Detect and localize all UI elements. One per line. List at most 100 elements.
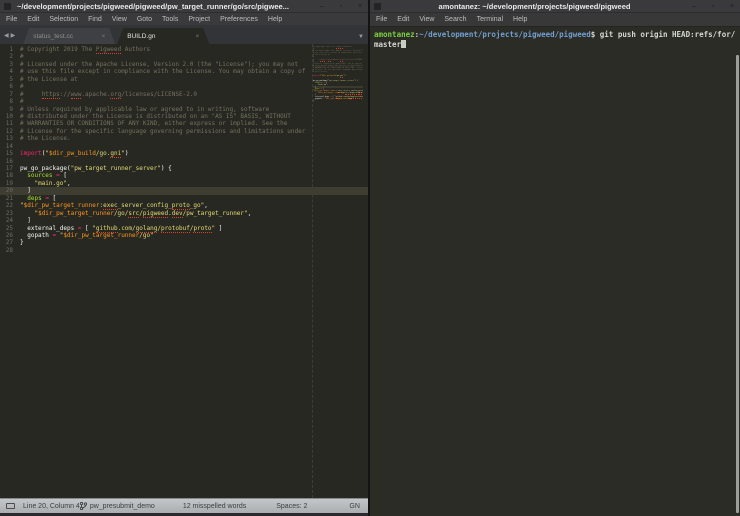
editor-close-icon[interactable]: ×	[356, 3, 364, 10]
editor-tabstrip: ◀▶ status_test.cc× BUILD.gn × ▼	[0, 25, 368, 44]
line-number: 16	[0, 158, 20, 165]
tab-label: BUILD.gn	[127, 33, 155, 40]
terminal-command: git push origin HEAD:refs/for/	[600, 30, 735, 39]
editor-titlebar[interactable]: ~/development/projects/pigweed/pigweed/p…	[0, 0, 368, 13]
cursor-position: Line 20, Column 4	[23, 503, 80, 510]
minimap[interactable]: # Copyright 2019 The Pigweed Authors## L…	[313, 46, 363, 105]
code-line-20: 20 ]	[0, 187, 368, 194]
tab-build.gn[interactable]: BUILD.gn ×	[117, 28, 209, 44]
prompt-user: amontanez	[374, 30, 415, 39]
editor-statusbar: Line 20, Column 4 pw_presubmit_demo 12 m…	[0, 498, 368, 513]
line-number: 28	[0, 247, 20, 254]
terminal-body[interactable]: amontanez:~/development/projects/pigweed…	[370, 27, 740, 516]
editor-menu-help[interactable]: Help	[268, 16, 282, 23]
editor-menu-selection[interactable]: Selection	[49, 16, 78, 23]
line-number: 13	[0, 135, 20, 142]
terminal-menu-terminal[interactable]: Terminal	[477, 16, 503, 23]
editor-menubar: File Edit Selection Find View Goto Tools Projec…	[0, 13, 368, 25]
code-line-17: 17pw_go_package("pw_target_runner_server…	[0, 165, 368, 172]
line-number: 12	[0, 128, 20, 135]
editor-menu-file[interactable]: File	[6, 16, 17, 23]
terminal-titlebar[interactable]: amontanez: ~/development/projects/pigwee…	[370, 0, 740, 13]
tab-status_test.cc[interactable]: status_test.cc×	[23, 28, 115, 44]
line-number: 17	[0, 165, 20, 172]
syntax-status[interactable]: GN	[349, 503, 360, 510]
code-line-26: 26 gopath = "$dir_pw_target_runner/go"	[0, 232, 368, 239]
misspelled-words-status[interactable]: 12 misspelled words	[183, 503, 246, 510]
line-number: 22	[0, 202, 20, 209]
terminal-prompt-line: amontanez:~/development/projects/pigweed…	[374, 30, 736, 40]
minimap-line: # https://www.apache.org/licenses/LICENS…	[313, 59, 363, 61]
code-line-15: 15import("$dir_pw_build/go.gni")	[0, 150, 368, 157]
line-number: 9	[0, 106, 20, 113]
line-number: 25	[0, 225, 20, 232]
code-line-13: 13# the License.	[0, 135, 368, 142]
tab-close-icon[interactable]: ×	[101, 33, 105, 40]
terminal-window: amontanez: ~/development/projects/pigwee…	[370, 0, 740, 516]
editor-window: ~/development/projects/pigweed/pigweed/p…	[0, 0, 368, 516]
line-number: 3	[0, 61, 20, 68]
git-branch-icon	[80, 502, 87, 510]
editor-menu-tools[interactable]: Tools	[162, 16, 178, 23]
line-number: 26	[0, 232, 20, 239]
editor-menu-edit[interactable]: Edit	[27, 16, 39, 23]
line-number: 23	[0, 210, 20, 217]
editor-menu-goto[interactable]: Goto	[137, 16, 152, 23]
code-line-14: 14	[0, 143, 368, 150]
code-line-10: 10# distributed under the License is dis…	[0, 113, 368, 120]
line-number: 14	[0, 143, 20, 150]
code-line-16: 16	[0, 158, 368, 165]
minimap-line	[313, 103, 363, 105]
editor-maximize-icon[interactable]: ▫	[337, 3, 345, 10]
terminal-menu-search[interactable]: Search	[444, 16, 466, 23]
line-number: 5	[0, 76, 20, 83]
line-number: 4	[0, 68, 20, 75]
terminal-menu-view[interactable]: View	[419, 16, 434, 23]
line-number: 8	[0, 98, 20, 105]
line-number: 2	[0, 53, 20, 60]
panel-toggle-icon[interactable]	[6, 503, 15, 509]
code-line-22: 22"$dir_pw_target_runner:exec_server_con…	[0, 202, 368, 209]
editor-menu-find[interactable]: Find	[88, 16, 102, 23]
code-line-9: 9# Unless required by applicable law or …	[0, 106, 368, 113]
line-number: 18	[0, 172, 20, 179]
terminal-menu-file[interactable]: File	[376, 16, 387, 23]
line-number: 15	[0, 150, 20, 157]
code-line-25: 25 external_deps = [ "github.com/golang/…	[0, 225, 368, 232]
tab-close-icon[interactable]: ×	[195, 33, 199, 40]
terminal-close-icon[interactable]: ×	[728, 3, 736, 10]
terminal-scrollbar[interactable]	[736, 55, 739, 513]
code-line-27: 27}	[0, 239, 368, 246]
editor-app-icon	[4, 3, 11, 10]
tab-scroll-arrows[interactable]: ◀▶	[4, 32, 17, 39]
line-number: 7	[0, 91, 20, 98]
line-number: 6	[0, 83, 20, 90]
code-line-11: 11# WARRANTIES OR CONDITIONS OF ANY KIND…	[0, 120, 368, 127]
editor-menu-preferences[interactable]: Preferences	[220, 16, 258, 23]
editor-body[interactable]: 1# Copyright 2019 The Pigweed Authors2#3…	[0, 44, 368, 498]
code-line-21: 21 deps = [	[0, 195, 368, 202]
editor-menu-view[interactable]: View	[112, 16, 127, 23]
terminal-maximize-icon[interactable]: ▫	[709, 3, 717, 10]
indent-status[interactable]: Spaces: 2	[276, 503, 307, 510]
editor-menu-project[interactable]: Project	[188, 16, 210, 23]
git-branch-status[interactable]: pw_presubmit_demo	[80, 502, 155, 510]
terminal-menu-edit[interactable]: Edit	[397, 16, 409, 23]
code-line-19: 19 "main.go",	[0, 180, 368, 187]
line-number: 20	[0, 187, 20, 194]
code-line-23: 23 "$dir_pw_target_runner/go/src/pigweed…	[0, 210, 368, 217]
code-line-28: 28	[0, 247, 368, 254]
line-number: 19	[0, 180, 20, 187]
editor-minimize-icon[interactable]: –	[318, 3, 326, 10]
code-line-12: 12# License for the specific language go…	[0, 128, 368, 135]
terminal-cursor	[401, 40, 406, 48]
tab-overflow-icon[interactable]: ▼	[358, 34, 364, 40]
terminal-menu-help[interactable]: Help	[513, 16, 527, 23]
line-number: 11	[0, 120, 20, 127]
prompt-path: ~/development/projects/pigweed/pigweed	[419, 30, 591, 39]
terminal-minimize-icon[interactable]: –	[690, 3, 698, 10]
line-number: 21	[0, 195, 20, 202]
line-number: 1	[0, 46, 20, 53]
line-number: 24	[0, 217, 20, 224]
editor-window-title: ~/development/projects/pigweed/pigweed/p…	[17, 2, 310, 11]
